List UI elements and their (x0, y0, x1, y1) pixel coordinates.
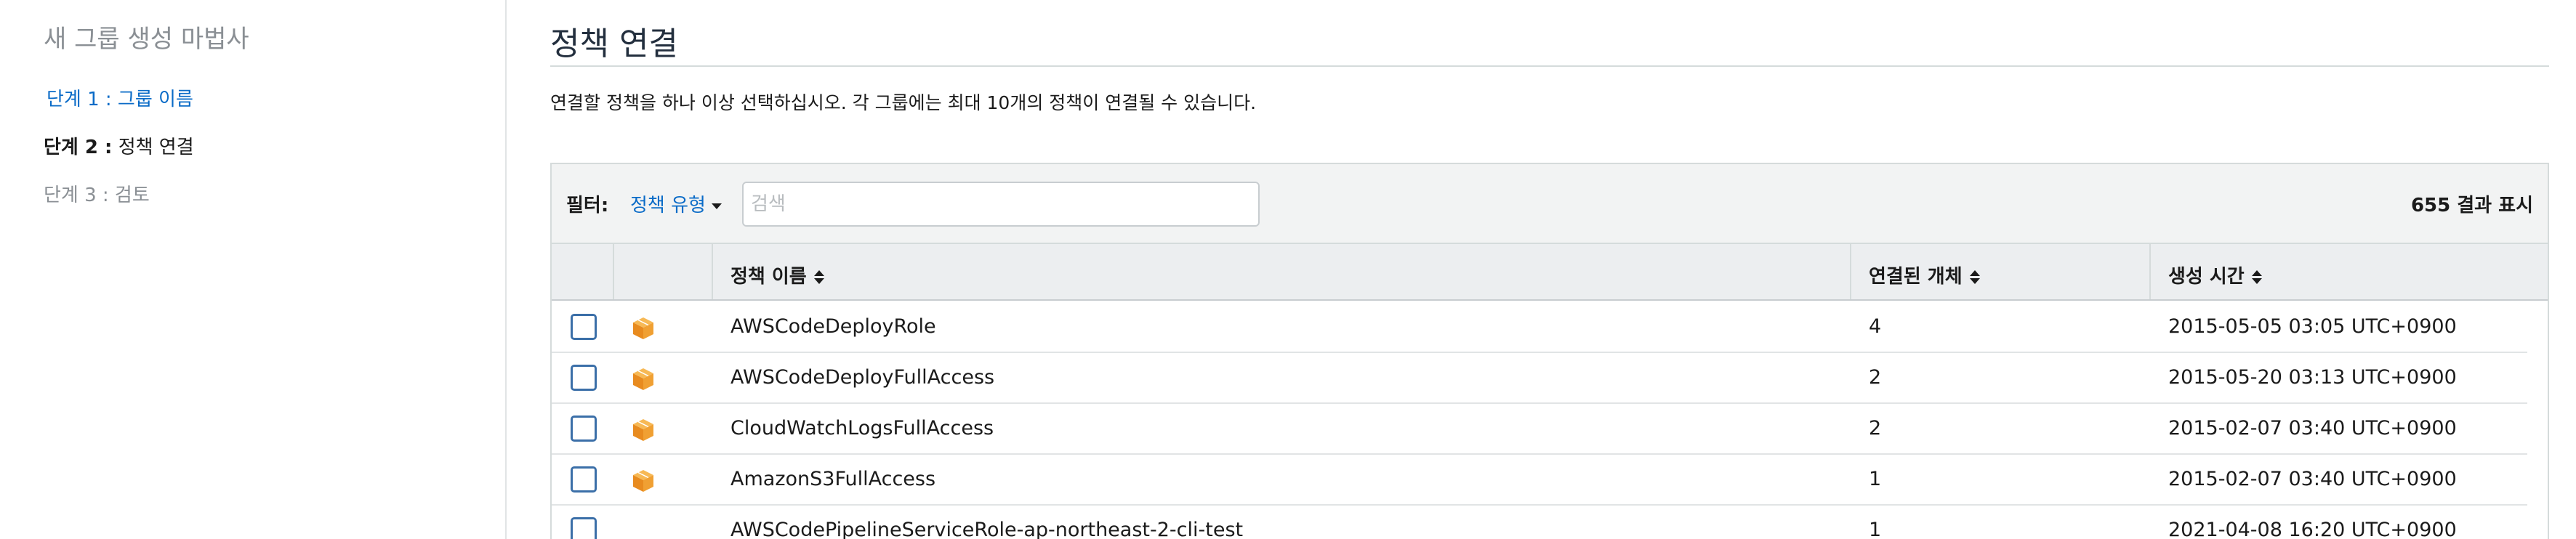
wizard-step-1-link[interactable]: 단계 1 : 그룹 이름 (47, 84, 193, 111)
creation-time: 2015-02-07 03:40 UTC+0900 (2168, 417, 2457, 439)
result-count: 655 결과 표시 (2410, 195, 2533, 216)
table-row[interactable]: AWSCodePipelineServiceRole-ap-northeast-… (552, 506, 2548, 539)
attached-entities-count: 1 (1869, 519, 1882, 539)
row-checkbox[interactable] (571, 314, 597, 340)
table-body: AWSCodeDeployRole 4 2015-05-05 03:05 UTC… (552, 302, 2548, 539)
policy-type-dropdown[interactable]: 정책 유형 (630, 190, 722, 217)
wizard-step-2-current: 단계 2 : 정책 연결 (44, 132, 194, 159)
iam-create-group-wizard: 새 그룹 생성 마법사 단계 1 : 그룹 이름 단계 2 : 정책 연결 단계… (0, 0, 2576, 539)
aws-managed-policy-icon (633, 317, 653, 339)
sort-icon (1969, 270, 1980, 285)
attached-header-text: 연결된 개체 (1869, 266, 1963, 288)
policy-name: AWSCodeDeployFullAccess (730, 366, 995, 389)
row-checkbox[interactable] (571, 416, 597, 442)
wizard-sidebar: 새 그룹 생성 마법사 단계 1 : 그룹 이름 단계 2 : 정책 연결 단계… (0, 0, 507, 539)
attached-entities-count: 4 (1869, 315, 1882, 338)
page-description: 연결할 정책을 하나 이상 선택하십시오. 각 그룹에는 최대 10개의 정책이… (550, 92, 1257, 113)
policy-name-header-text: 정책 이름 (730, 266, 807, 288)
search-input[interactable] (742, 182, 1260, 227)
column-header-policy-name[interactable]: 정책 이름 (713, 244, 1851, 299)
sort-icon (2251, 270, 2262, 285)
table-row[interactable]: AmazonS3FullAccess 1 2015-02-07 03:40 UT… (552, 455, 2548, 506)
title-divider (550, 65, 2549, 67)
aws-managed-policy-icon (633, 368, 653, 390)
table-row[interactable]: AWSCodeDeployFullAccess 2 2015-05-20 03:… (552, 353, 2548, 404)
table-row[interactable]: CloudWatchLogsFullAccess 2 2015-02-07 03… (552, 404, 2548, 455)
row-checkbox[interactable] (571, 517, 597, 539)
attached-entities-count: 1 (1869, 468, 1882, 490)
main-content: 정책 연결 연결할 정책을 하나 이상 선택하십시오. 각 그룹에는 최대 10… (550, 0, 2549, 539)
sort-icon (813, 270, 824, 285)
policy-name: AWSCodePipelineServiceRole-ap-northeast-… (730, 519, 1244, 539)
column-header-created-label: 생성 시간 (2168, 262, 2262, 288)
aws-managed-policy-icon (633, 419, 653, 441)
policy-type-dropdown-label: 정책 유형 (630, 195, 706, 216)
attached-entities-count: 2 (1869, 417, 1882, 439)
aws-managed-policy-icon (633, 470, 653, 492)
header-icon-cell (614, 244, 713, 299)
creation-time: 2021-04-08 16:20 UTC+0900 (2168, 519, 2457, 539)
filter-bar: 필터: 정책 유형 655 결과 표시 (552, 164, 2548, 244)
creation-time: 2015-02-07 03:40 UTC+0900 (2168, 468, 2457, 490)
created-header-text: 생성 시간 (2168, 266, 2245, 288)
column-header-attached-entities[interactable]: 연결된 개체 (1851, 244, 2151, 299)
creation-time: 2015-05-05 03:05 UTC+0900 (2168, 315, 2457, 338)
attached-entities-count: 2 (1869, 366, 1882, 389)
caret-down-icon (711, 203, 722, 209)
creation-time: 2015-05-20 03:13 UTC+0900 (2168, 366, 2457, 389)
row-checkbox[interactable] (571, 365, 597, 391)
column-header-creation-time[interactable]: 생성 시간 (2151, 244, 2548, 299)
page-title: 정책 연결 (550, 25, 678, 62)
column-header-policy-name-label: 정책 이름 (730, 262, 824, 288)
policy-name: AWSCodeDeployRole (730, 315, 936, 338)
table-header-row: 정책 이름 연결된 개체 생성 시간 (552, 244, 2548, 301)
policy-name: CloudWatchLogsFullAccess (730, 417, 994, 439)
wizard-step-3: 단계 3 : 검토 (44, 185, 150, 206)
row-checkbox[interactable] (571, 466, 597, 493)
column-header-attached-label: 연결된 개체 (1869, 262, 1980, 288)
wizard-step-2-label: 정책 연결 (118, 137, 194, 158)
filter-label: 필터: (566, 195, 609, 216)
header-checkbox-cell (552, 244, 614, 299)
policy-name: AmazonS3FullAccess (730, 468, 936, 490)
policy-table: 필터: 정책 유형 655 결과 표시 정책 이름 연결된 개체 생성 시간 (550, 163, 2549, 539)
wizard-step-2-prefix: 단계 2 : (44, 137, 113, 158)
table-row[interactable]: AWSCodeDeployRole 4 2015-05-05 03:05 UTC… (552, 302, 2548, 353)
wizard-title: 새 그룹 생성 마법사 (44, 25, 249, 54)
